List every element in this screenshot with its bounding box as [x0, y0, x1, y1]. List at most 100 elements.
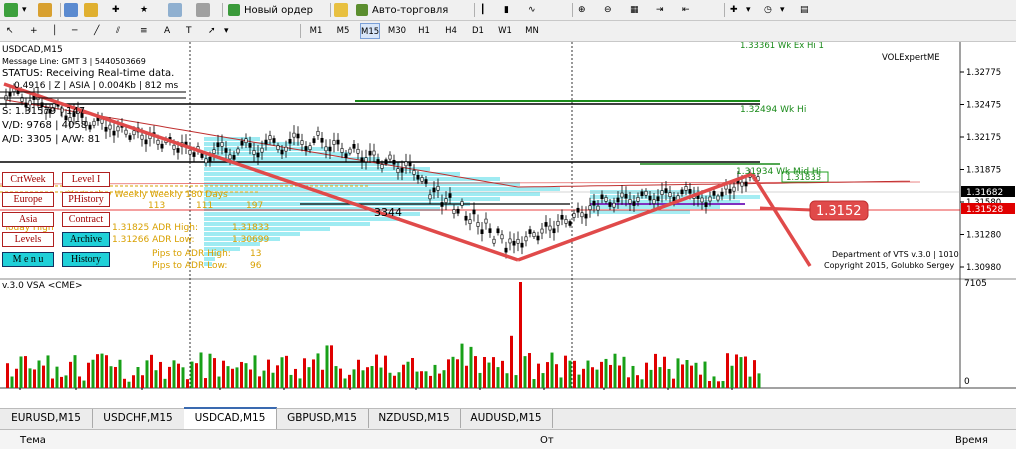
contract-button[interactable]: Contract: [62, 212, 110, 227]
volume-bar: [235, 367, 239, 388]
asia-button[interactable]: Asia: [2, 212, 54, 227]
volume-panel-title: v.3.0 VSA <CME>: [2, 281, 83, 291]
crosshair-tool-icon[interactable]: +: [30, 23, 38, 39]
chart-shift-icon[interactable]: ⇤: [682, 2, 690, 18]
candle-body: [564, 219, 568, 224]
volume-bar: [460, 343, 464, 388]
autoscroll-icon[interactable]: ⇥: [656, 2, 664, 18]
candle-body: [532, 232, 536, 237]
candle-body: [720, 191, 724, 197]
chart-symbol-label: USDCAD,M15: [2, 45, 63, 55]
phistory-button[interactable]: PHistory: [62, 192, 110, 207]
line-chart-icon[interactable]: ∿: [528, 2, 536, 18]
auto-trading-button[interactable]: Авто-торговля: [356, 2, 468, 18]
indicators-icon[interactable]: ✚: [730, 2, 738, 18]
candle-body: [428, 194, 432, 200]
timeframe-mn[interactable]: MN: [522, 23, 542, 39]
europe-button[interactable]: Europe: [2, 192, 54, 207]
candles-icon[interactable]: ▮: [504, 2, 509, 18]
volume-bar: [447, 359, 450, 388]
tab-gbpusd-m15[interactable]: GBPUSD,M15: [276, 409, 369, 428]
navigator-icon[interactable]: [84, 2, 98, 18]
main-toolbar: ▾ ✚ ★ Новый ордер Авто-торговля ┃ ▮ ∿ ⊕ …: [0, 0, 1016, 21]
candle-body: [356, 148, 360, 154]
market-watch-icon[interactable]: [64, 2, 78, 18]
templates-icon[interactable]: ▤: [800, 2, 809, 18]
candle-body: [704, 202, 708, 207]
volume-bar: [303, 358, 306, 388]
price-tick-label: 1.31280: [966, 231, 1001, 241]
timeframe-d1[interactable]: D1: [468, 23, 488, 39]
crtweek-button[interactable]: CrtWeek: [2, 172, 54, 187]
arrows-tool-icon[interactable]: ➚: [208, 23, 216, 39]
horizontal-line-icon[interactable]: ─: [72, 23, 77, 39]
tab-usdcad-m15[interactable]: USDCAD,M15: [184, 407, 277, 430]
volume-bar: [532, 379, 536, 388]
zoom-out-icon[interactable]: ⊖: [604, 2, 612, 18]
levels-button[interactable]: Levels: [2, 232, 54, 247]
volume-bar: [523, 356, 527, 388]
candle-body: [232, 155, 236, 160]
tester-icon[interactable]: [196, 2, 210, 18]
candle-body: [536, 235, 540, 241]
timeframe-h4[interactable]: H4: [441, 23, 461, 39]
tile-windows-icon[interactable]: ▦: [630, 2, 639, 18]
col-from[interactable]: От: [540, 435, 554, 446]
volume-axis-top: 7105: [964, 279, 987, 289]
zoom-in-icon[interactable]: ⊕: [578, 2, 586, 18]
crosshair-icon[interactable]: ✚: [112, 2, 120, 18]
terminal-icon[interactable]: [168, 2, 182, 18]
text-tool-icon[interactable]: A: [164, 23, 170, 39]
favorites-icon[interactable]: ★: [140, 2, 148, 18]
auto-trading-icon: [356, 4, 368, 16]
tab-audusd-m15[interactable]: AUDUSD,M15: [460, 409, 553, 428]
volume-bar: [199, 352, 203, 388]
label-tool-icon[interactable]: T: [186, 23, 192, 39]
channel-icon[interactable]: ⫽: [116, 23, 120, 39]
tab-nzdusd-m15[interactable]: NZDUSD,M15: [368, 409, 461, 428]
price-chart[interactable]: 1.31833 1.3152 USDCAD,M15 Message Line: …: [0, 41, 1016, 401]
archive-button[interactable]: Archive: [62, 232, 110, 247]
level1-button[interactable]: Level I: [62, 172, 110, 187]
arrows-dropdown-icon[interactable]: ▾: [224, 23, 229, 39]
candle-body: [480, 229, 484, 234]
timeframe-m5[interactable]: M5: [333, 23, 353, 39]
copyright-label: Copyright 2015, Golubko Sergey: [824, 261, 954, 270]
periods-icon[interactable]: ◷: [764, 2, 772, 18]
candle-body: [132, 130, 136, 136]
timeframe-h1[interactable]: H1: [414, 23, 434, 39]
timeframe-m30[interactable]: M30: [387, 23, 407, 39]
cursor-icon[interactable]: ↖: [6, 23, 14, 39]
bar-chart-icon[interactable]: ┃: [480, 2, 485, 18]
price-tick-label: 1.31875: [966, 166, 1001, 176]
candle-body: [328, 146, 332, 152]
candle-body: [588, 205, 592, 211]
timeframe-m15[interactable]: M15: [360, 23, 380, 39]
tab-usdchf-m15[interactable]: USDCHF,M15: [92, 409, 185, 428]
periods-dropdown-icon[interactable]: ▾: [780, 2, 785, 18]
meta-editor-icon[interactable]: [334, 2, 348, 18]
volume-bar: [280, 357, 284, 388]
fibo-icon[interactable]: ≡: [140, 23, 148, 39]
history-button[interactable]: History: [62, 252, 110, 267]
tab-eurusd-m15[interactable]: EURUSD,M15: [0, 409, 93, 428]
vertical-line-icon[interactable]: │: [52, 23, 57, 39]
col-topic[interactable]: Тема: [20, 435, 46, 446]
candle-body: [248, 143, 252, 148]
volume-bar: [91, 359, 95, 388]
timeframe-m1[interactable]: M1: [306, 23, 326, 39]
new-chart-icon[interactable]: [4, 2, 18, 18]
chart-area[interactable]: 1.31833 1.3152 USDCAD,M15 Message Line: …: [0, 41, 1016, 401]
trendline-icon[interactable]: ╱: [94, 23, 99, 39]
new-order-button[interactable]: Новый ордер: [228, 2, 324, 18]
candle-body: [380, 164, 384, 169]
profiles-icon[interactable]: [38, 2, 52, 18]
dropdown-icon[interactable]: ▾: [22, 2, 27, 18]
indicators-dropdown-icon[interactable]: ▾: [746, 2, 751, 18]
menu-button[interactable]: M e n u: [2, 252, 54, 267]
price-axis[interactable]: 1.327751.324751.321751.318751.315801.312…: [960, 68, 1001, 273]
timeframe-w1[interactable]: W1: [495, 23, 515, 39]
candle-body: [524, 236, 528, 242]
volume-bar: [519, 282, 522, 388]
col-time[interactable]: Время: [955, 435, 988, 446]
